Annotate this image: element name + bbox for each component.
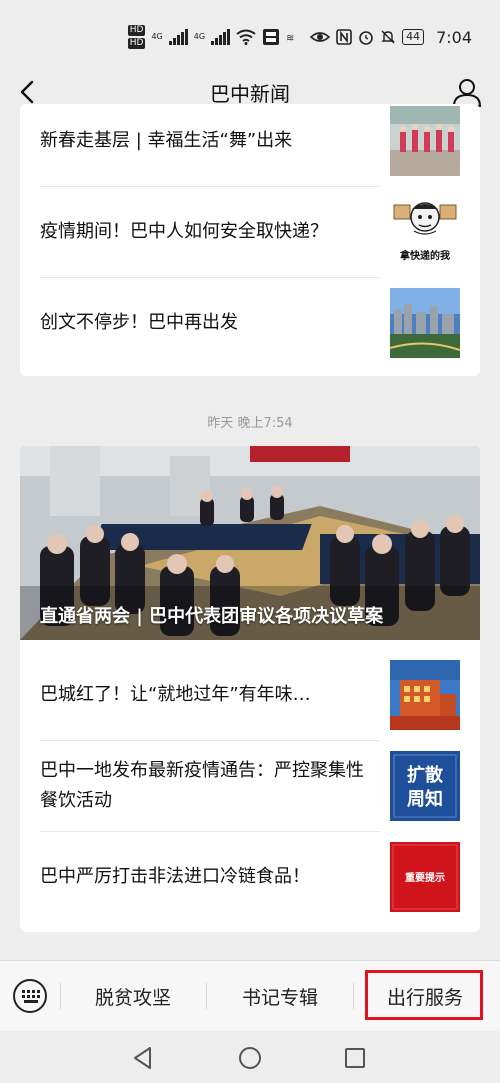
thumb-caption: 拿快递的我 — [399, 249, 450, 262]
status-bar: HD HD 4G 4G ≋ 44 7:04 — [0, 0, 500, 70]
home-circle-icon[interactable] — [235, 1043, 265, 1073]
article-thumbnail — [390, 660, 460, 730]
hd-label: HD — [127, 38, 146, 49]
network-label-2: 4G — [194, 33, 205, 41]
hero-article[interactable]: 直通省两会 | 巴中代表团审议各项决议草案 — [20, 446, 480, 640]
status-time: 7:04 — [436, 27, 472, 47]
article-title: 巴城红了！让“就地过年”有年味… — [40, 684, 311, 705]
svg-text:≋: ≋ — [286, 33, 294, 44]
alarm-icon — [359, 31, 373, 45]
article-title: 创文不停步！巴中再出发 — [40, 312, 238, 333]
thumb-text: 扩散 — [407, 764, 444, 786]
thumb-text: 重要提示 — [405, 871, 445, 884]
mute-icon — [381, 30, 395, 44]
hd-indicator: HD HD — [127, 25, 146, 49]
page-title: 巴中新闻 — [210, 82, 290, 106]
article-thumbnail: 重要提示 — [390, 842, 460, 912]
news-app-icon: ≋ — [286, 33, 294, 44]
highlight-box — [365, 970, 483, 1020]
battery-icon: 44 — [402, 29, 425, 45]
article-title: 新春走基层 | 幸福生活“舞”出来 — [40, 130, 293, 151]
article-thumbnail — [390, 288, 460, 358]
app-notification-icon — [263, 29, 280, 45]
thumb-text: 周知 — [407, 788, 443, 810]
hd-label: HD — [127, 25, 146, 36]
signal-icon — [211, 29, 231, 45]
message-timestamp: 昨天 晚上7:54 — [207, 416, 293, 431]
article-list-item[interactable]: 创文不停步！巴中再出发 — [40, 278, 460, 368]
article-title: 巴中严厉打击非法进口冷链食品！ — [40, 866, 310, 887]
wifi-icon — [236, 29, 256, 45]
network-type-label: 4G — [193, 32, 206, 41]
article-list-item[interactable]: 巴中严厉打击非法进口冷链食品！ 重要提示 — [40, 832, 460, 922]
menu-item-secretary-album[interactable]: 书记专辑 — [207, 961, 353, 1031]
signal-icon — [168, 29, 188, 45]
eye-icon — [310, 32, 331, 42]
article-list-item[interactable]: 新春走基层 | 幸福生活“舞”出来 — [40, 104, 460, 186]
article-group-card: 直通省两会 | 巴中代表团审议各项决议草案 巴城红了！让“就地过年”有年味… 巴… — [20, 446, 480, 932]
menu-separator — [353, 983, 354, 1009]
keyboard-toggle-icon[interactable] — [12, 978, 48, 1014]
article-list-item[interactable]: 巴中一地发布最新疫情通告：严控聚集性餐饮活动 扩散 周知 — [40, 741, 460, 831]
back-triangle-icon[interactable] — [128, 1043, 158, 1073]
article-list-item[interactable]: 疫情期间！巴中人如何安全取快递？ 拿快递的我 — [40, 187, 460, 277]
article-group-card: 新春走基层 | 幸福生活“舞”出来 疫情期间！巴中人如何安全取快递？ 拿快递的我 — [20, 104, 480, 376]
menu-item-poverty-alleviation[interactable]: 脱贫攻坚 — [60, 961, 206, 1031]
article-thumbnail: 扩散 周知 — [390, 751, 460, 821]
hero-article-title: 直通省两会 | 巴中代表团审议各项决议草案 — [40, 606, 384, 627]
nfc-icon — [336, 29, 352, 45]
article-list-item[interactable]: 巴城红了！让“就地过年”有年味… — [40, 650, 460, 740]
network-label: 4G — [151, 33, 162, 41]
article-title: 巴中一地发布最新疫情通告：严控聚集性餐饮活动 — [40, 760, 364, 811]
article-title: 疫情期间！巴中人如何安全取快递？ — [40, 221, 328, 242]
article-thumbnail: 拿快递的我 — [390, 197, 460, 267]
system-navigation-bar — [0, 1031, 500, 1083]
network-type-label: 4G — [151, 32, 163, 41]
recents-square-icon[interactable] — [340, 1043, 370, 1073]
article-thumbnail — [390, 106, 460, 176]
